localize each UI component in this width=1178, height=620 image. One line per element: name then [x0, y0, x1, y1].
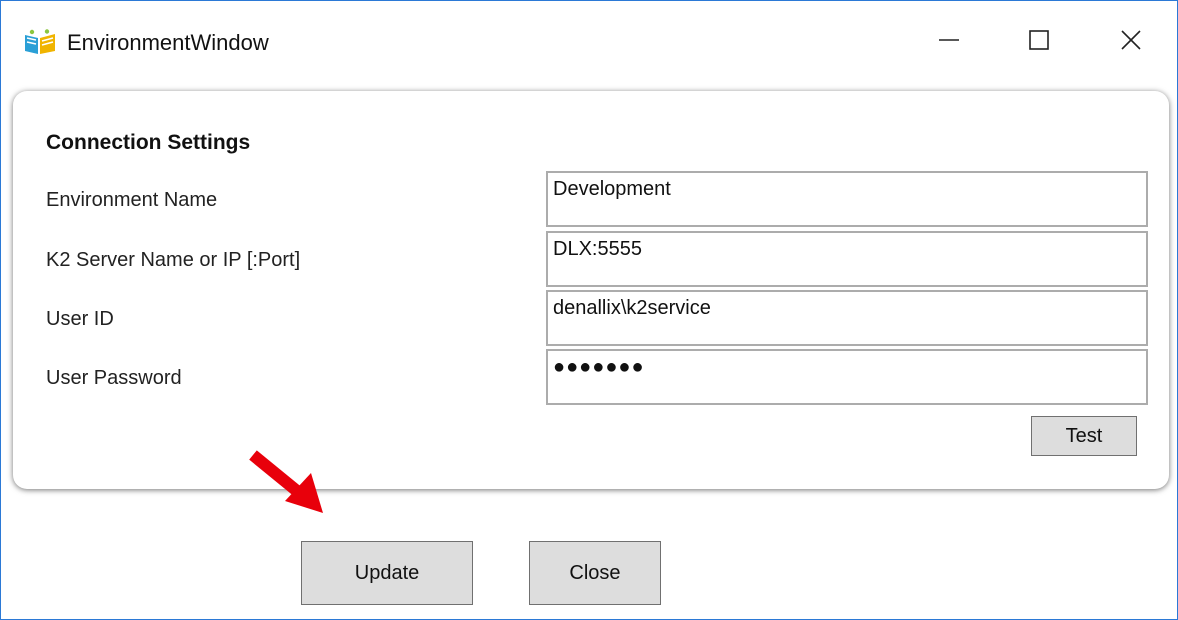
environment-window: EnvironmentWindow Connection Settings En… — [0, 0, 1178, 620]
close-window-button[interactable] — [1101, 19, 1161, 61]
minimize-icon — [939, 39, 959, 41]
connection-settings-panel: Connection Settings Environment Name Dev… — [13, 91, 1169, 489]
close-button[interactable]: Close — [529, 541, 661, 605]
user-password-field[interactable]: ●●●●●●● — [546, 349, 1148, 405]
maximize-icon — [1029, 30, 1049, 50]
maximize-button[interactable] — [1009, 19, 1069, 61]
server-name-field[interactable]: DLX:5555 — [546, 231, 1148, 287]
environment-name-field[interactable]: Development — [546, 171, 1148, 227]
server-name-label: K2 Server Name or IP [:Port] — [46, 249, 301, 271]
window-title: EnvironmentWindow — [67, 30, 269, 55]
user-id-field[interactable]: denallix\k2service — [546, 290, 1148, 346]
title-bar: EnvironmentWindow — [1, 1, 1177, 79]
update-button[interactable]: Update — [301, 541, 473, 605]
red-arrow-icon — [249, 450, 323, 513]
minimize-button[interactable] — [919, 19, 979, 61]
user-password-label: User Password — [46, 367, 182, 389]
environment-name-label: Environment Name — [46, 189, 218, 211]
book-icon — [25, 29, 55, 54]
user-id-label: User ID — [46, 308, 114, 330]
close-icon — [1121, 30, 1141, 50]
section-heading: Connection Settings — [46, 131, 251, 154]
test-button[interactable]: Test — [1031, 416, 1137, 456]
